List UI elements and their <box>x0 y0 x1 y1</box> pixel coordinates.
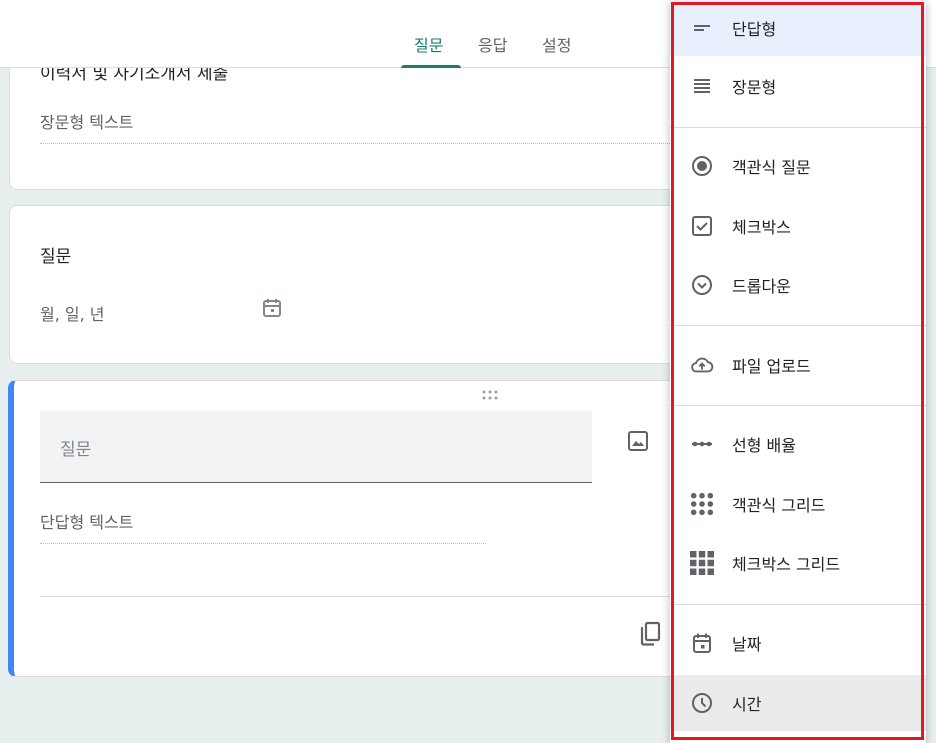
menu-item-label: 장문형 <box>732 78 777 97</box>
short-answer-icon <box>690 16 714 40</box>
question-title: 질문 <box>40 247 72 267</box>
menu-item-checkbox-grid[interactable]: 체크박스 그리드 <box>670 535 926 591</box>
question-card-active[interactable]: 질문 단답형 텍스트 <box>8 380 708 677</box>
question-type-menu: 단답형 장문형 객관식 질문 체크박스 드롭다운 파일 업로드 선형 배율 객관… <box>670 0 926 743</box>
menu-item-checkboxes[interactable]: 체크박스 <box>670 198 926 254</box>
dropdown-icon <box>690 273 714 297</box>
menu-divider <box>670 325 926 326</box>
question-title-placeholder: 질문 <box>60 440 92 460</box>
menu-item-multiple-choice-grid[interactable]: 객관식 그리드 <box>670 476 926 532</box>
date-format-hint: 월, 일, 년 <box>40 305 105 324</box>
menu-item-label: 체크박스 그리드 <box>732 555 841 574</box>
drag-handle-icon[interactable] <box>480 389 500 401</box>
add-image-icon[interactable] <box>626 429 650 453</box>
question-title-input[interactable]: 질문 <box>40 411 592 483</box>
menu-item-time[interactable]: 시간 <box>670 675 926 731</box>
menu-item-multiple-choice[interactable]: 객관식 질문 <box>670 138 926 194</box>
clock-icon <box>690 691 714 715</box>
menu-item-label: 파일 업로드 <box>732 357 811 376</box>
menu-divider <box>670 405 926 406</box>
menu-item-label: 객관식 질문 <box>732 158 811 177</box>
menu-divider <box>670 127 926 128</box>
menu-item-date[interactable]: 날짜 <box>670 615 926 671</box>
tab-settings[interactable]: 설정 <box>542 32 571 56</box>
menu-item-label: 체크박스 <box>732 218 791 237</box>
question-card-date[interactable]: 질문 월, 일, 년 <box>9 205 709 364</box>
menu-item-label: 날짜 <box>732 635 762 654</box>
menu-item-paragraph[interactable]: 장문형 <box>670 58 926 114</box>
short-answer-placeholder: 단답형 텍스트 <box>40 509 486 544</box>
menu-item-label: 선형 배율 <box>732 436 796 455</box>
checkbox-icon <box>690 214 714 238</box>
upload-icon <box>690 353 714 377</box>
menu-item-label: 드롭다운 <box>732 277 791 296</box>
paragraph-icon <box>690 74 714 98</box>
menu-item-short-answer[interactable]: 단답형 <box>670 0 926 56</box>
checkbox-grid-icon <box>690 551 714 575</box>
calendar-icon <box>263 299 281 317</box>
radio-icon <box>690 154 714 178</box>
paragraph-answer-placeholder: 장문형 텍스트 <box>40 109 700 144</box>
linear-scale-icon <box>690 432 714 456</box>
menu-item-label: 객관식 그리드 <box>732 496 826 515</box>
card-footer-divider <box>40 596 700 597</box>
tab-questions[interactable]: 질문 <box>414 32 443 56</box>
tab-responses[interactable]: 응답 <box>478 32 507 56</box>
menu-item-linear-scale[interactable]: 선형 배율 <box>670 416 926 472</box>
menu-item-file-upload[interactable]: 파일 업로드 <box>670 337 926 393</box>
active-tab-indicator <box>401 65 461 68</box>
menu-item-label: 시간 <box>732 695 762 714</box>
menu-item-dropdown[interactable]: 드롭다운 <box>670 257 926 313</box>
duplicate-icon[interactable] <box>638 621 662 647</box>
menu-divider <box>670 604 926 605</box>
calendar-icon <box>690 631 714 655</box>
menu-item-label: 단답형 <box>732 20 777 39</box>
radio-grid-icon <box>690 492 714 516</box>
